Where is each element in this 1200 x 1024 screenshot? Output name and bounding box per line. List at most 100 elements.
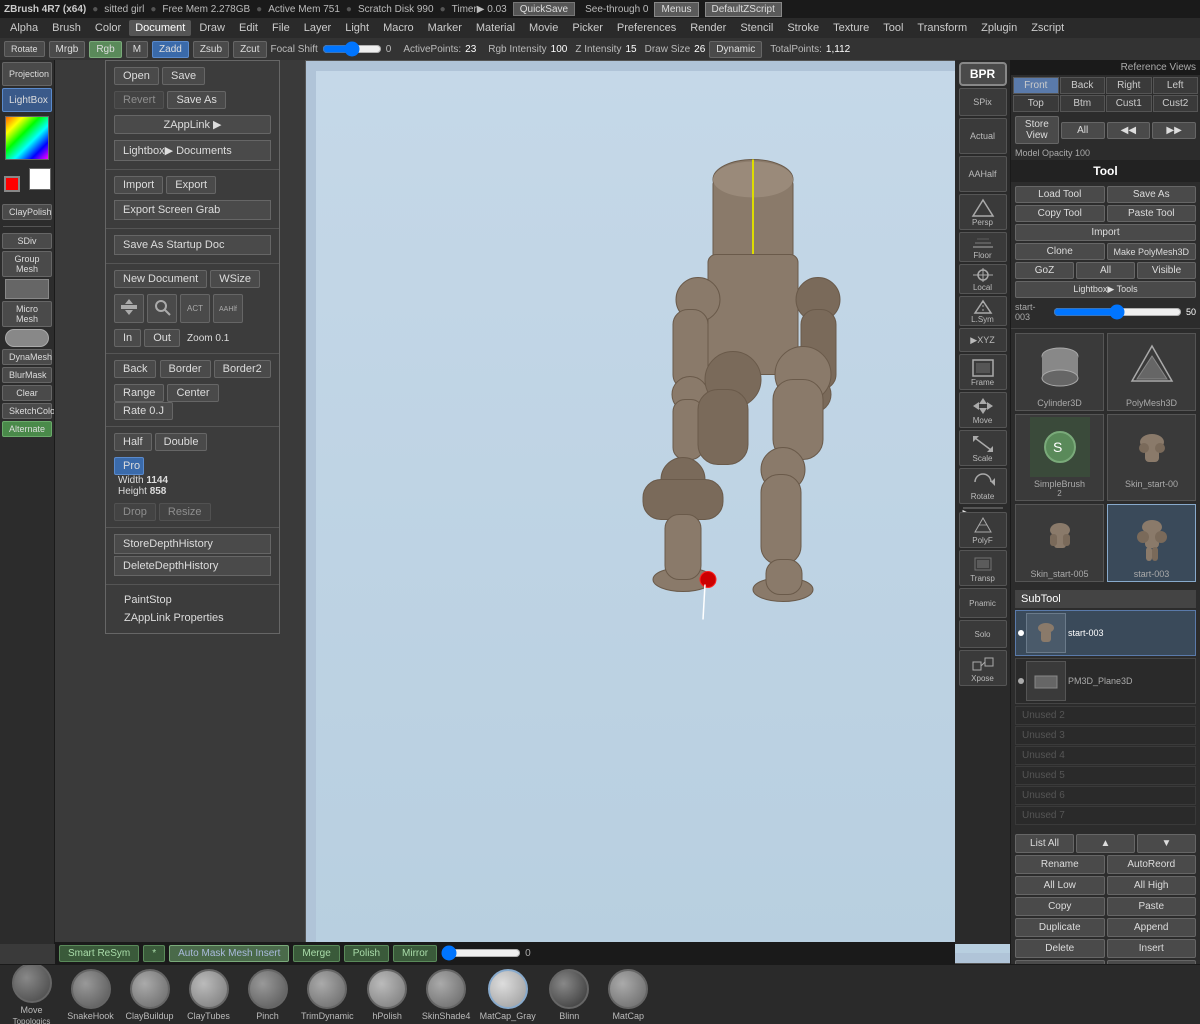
rename-btn[interactable]: Rename: [1015, 855, 1105, 874]
make-polymesh-btn[interactable]: Make PolyMesh3D: [1107, 243, 1197, 260]
save-as-tool-btn[interactable]: Save As: [1107, 186, 1197, 203]
menu-texture[interactable]: Texture: [827, 20, 875, 36]
clear-btn[interactable]: Clear: [2, 385, 52, 401]
copy-subtool-btn[interactable]: Copy: [1015, 897, 1105, 916]
bpr-btn[interactable]: BPR: [959, 62, 1007, 86]
local-btn[interactable]: Local: [959, 264, 1007, 294]
scroll-btn[interactable]: [114, 294, 144, 323]
ref-cust1-btn[interactable]: Cust1: [1106, 95, 1152, 112]
menu-layer[interactable]: Layer: [298, 20, 338, 36]
dynamesh-btn[interactable]: DynaMesh: [2, 349, 52, 365]
tool-thumb-skin-start[interactable]: Skin_start-00: [1107, 414, 1196, 501]
lightbox-tools-btn[interactable]: Lightbox▶ Tools: [1015, 281, 1196, 298]
alternate-btn[interactable]: Alternate: [2, 421, 52, 437]
rgb-btn[interactable]: Rgb: [89, 41, 121, 58]
menu-transform[interactable]: Transform: [911, 20, 973, 36]
mrgb-btn[interactable]: Mrgb: [49, 41, 86, 58]
export-screen-grab-btn[interactable]: Export Screen Grab: [114, 200, 271, 220]
solo-btn[interactable]: Solo: [959, 620, 1007, 648]
pnamic-btn[interactable]: Pnamic: [959, 588, 1007, 618]
merge-btn[interactable]: Merge: [293, 945, 339, 962]
background-color[interactable]: [4, 176, 20, 192]
menu-preferences[interactable]: Preferences: [611, 20, 682, 36]
save-as-btn[interactable]: Save As: [167, 91, 225, 109]
mirror-btn[interactable]: Mirror: [393, 945, 437, 962]
star-btn[interactable]: *: [143, 945, 165, 962]
zscript-button[interactable]: DefaultZScript: [705, 2, 782, 17]
insert-btn[interactable]: Insert: [1107, 939, 1197, 958]
menu-light[interactable]: Light: [339, 20, 375, 36]
floor-btn[interactable]: Floor: [959, 232, 1007, 262]
visible-btn[interactable]: Visible: [1137, 262, 1196, 279]
nav-prev-btn[interactable]: ◀◀: [1107, 122, 1151, 139]
lightbox-docs-btn[interactable]: Lightbox▶ Documents: [114, 140, 271, 161]
menu-material[interactable]: Material: [470, 20, 521, 36]
list-down-btn[interactable]: ▼: [1137, 834, 1196, 853]
foreground-color[interactable]: [29, 168, 51, 190]
smart-resym-btn[interactable]: Smart ReSym: [59, 945, 139, 962]
rotate-btn[interactable]: Rotate: [959, 468, 1007, 504]
menu-draw[interactable]: Draw: [193, 20, 231, 36]
menu-zplugin[interactable]: Zplugin: [975, 20, 1023, 36]
move-btn[interactable]: Move: [959, 392, 1007, 428]
menu-render[interactable]: Render: [684, 20, 732, 36]
store-depth-btn[interactable]: StoreDepthHistory: [114, 534, 271, 554]
brush-blinn[interactable]: Blinn: [542, 967, 597, 1023]
center-btn[interactable]: Center: [167, 384, 218, 402]
menu-movie[interactable]: Movie: [523, 20, 564, 36]
brush-skinshade4[interactable]: SkinShade4: [419, 967, 474, 1023]
delete-btn[interactable]: Delete: [1015, 939, 1105, 958]
spix-btn[interactable]: SPix: [959, 88, 1007, 116]
zsub-btn[interactable]: Zsub: [193, 41, 229, 58]
brush-pinch[interactable]: Pinch: [240, 967, 295, 1023]
all-tools-btn[interactable]: All: [1076, 262, 1135, 279]
auto-mask-btn[interactable]: Auto Mask Mesh Insert: [169, 945, 289, 962]
aahalf-btn[interactable]: AAHlf: [213, 294, 243, 323]
lsym-btn[interactable]: L.Sym: [959, 296, 1007, 326]
menu-stencil[interactable]: Stencil: [734, 20, 779, 36]
sketchcolor-btn[interactable]: SketchColor: [2, 403, 52, 419]
list-up-btn[interactable]: ▲: [1076, 834, 1135, 853]
xpose-btn[interactable]: Xpose: [959, 650, 1007, 686]
frame-btn[interactable]: Frame: [959, 354, 1007, 390]
autoreord-btn[interactable]: AutoReord: [1107, 855, 1197, 874]
sdiv-btn[interactable]: SDiv: [2, 233, 52, 249]
zapplink-props-item[interactable]: ZAppLink Properties: [114, 609, 271, 627]
dynamic-btn[interactable]: Dynamic: [709, 41, 762, 58]
menu-marker[interactable]: Marker: [422, 20, 468, 36]
transp-btn[interactable]: Transp: [959, 550, 1007, 586]
m-btn[interactable]: M: [126, 41, 148, 58]
paint-stop-item[interactable]: PaintStop: [114, 591, 271, 609]
projection-btn[interactable]: Projection: [2, 62, 52, 86]
menu-file[interactable]: File: [266, 20, 296, 36]
polyf-btn[interactable]: PolyF: [959, 512, 1007, 548]
ref-front-btn[interactable]: Front: [1013, 77, 1059, 94]
menu-stroke[interactable]: Stroke: [781, 20, 825, 36]
expand-handle[interactable]: ▶: [963, 507, 1003, 509]
back-btn[interactable]: Back: [114, 360, 156, 378]
ref-right-btn[interactable]: Right: [1106, 77, 1152, 94]
xyz-btn[interactable]: ▶XYZ: [959, 328, 1007, 352]
polish-btn[interactable]: Polish: [344, 945, 389, 962]
brush-hpolish[interactable]: hPolish: [360, 967, 415, 1023]
actual-btn[interactable]: ACT: [180, 294, 210, 323]
paste-tool-btn[interactable]: Paste Tool: [1107, 205, 1197, 222]
brush-snakehook[interactable]: SnakeHook: [63, 967, 118, 1023]
focal-shift-slider[interactable]: [322, 41, 382, 57]
menu-picker[interactable]: Picker: [566, 20, 609, 36]
claypolish-btn[interactable]: ClayPolish: [2, 204, 52, 220]
menu-zscript[interactable]: Zscript: [1025, 20, 1070, 36]
clone-btn[interactable]: Clone: [1015, 243, 1105, 260]
rotate-btn[interactable]: Rotate: [4, 41, 45, 57]
subtool-item-plane[interactable]: PM3D_Plane3D: [1015, 658, 1196, 704]
import-btn[interactable]: Import: [114, 176, 163, 194]
nav-next-btn[interactable]: ▶▶: [1152, 122, 1196, 139]
export-btn[interactable]: Export: [166, 176, 216, 194]
zapplink-btn[interactable]: ZAppLink ▶: [114, 115, 271, 134]
delete-depth-btn[interactable]: DeleteDepthHistory: [114, 556, 271, 576]
store-view-btn[interactable]: Store View: [1015, 116, 1059, 144]
save-btn[interactable]: Save: [162, 67, 205, 85]
ref-back-btn[interactable]: Back: [1060, 77, 1106, 94]
blurmask-btn[interactable]: BlurMask: [2, 367, 52, 383]
color-swatch[interactable]: [5, 116, 49, 160]
